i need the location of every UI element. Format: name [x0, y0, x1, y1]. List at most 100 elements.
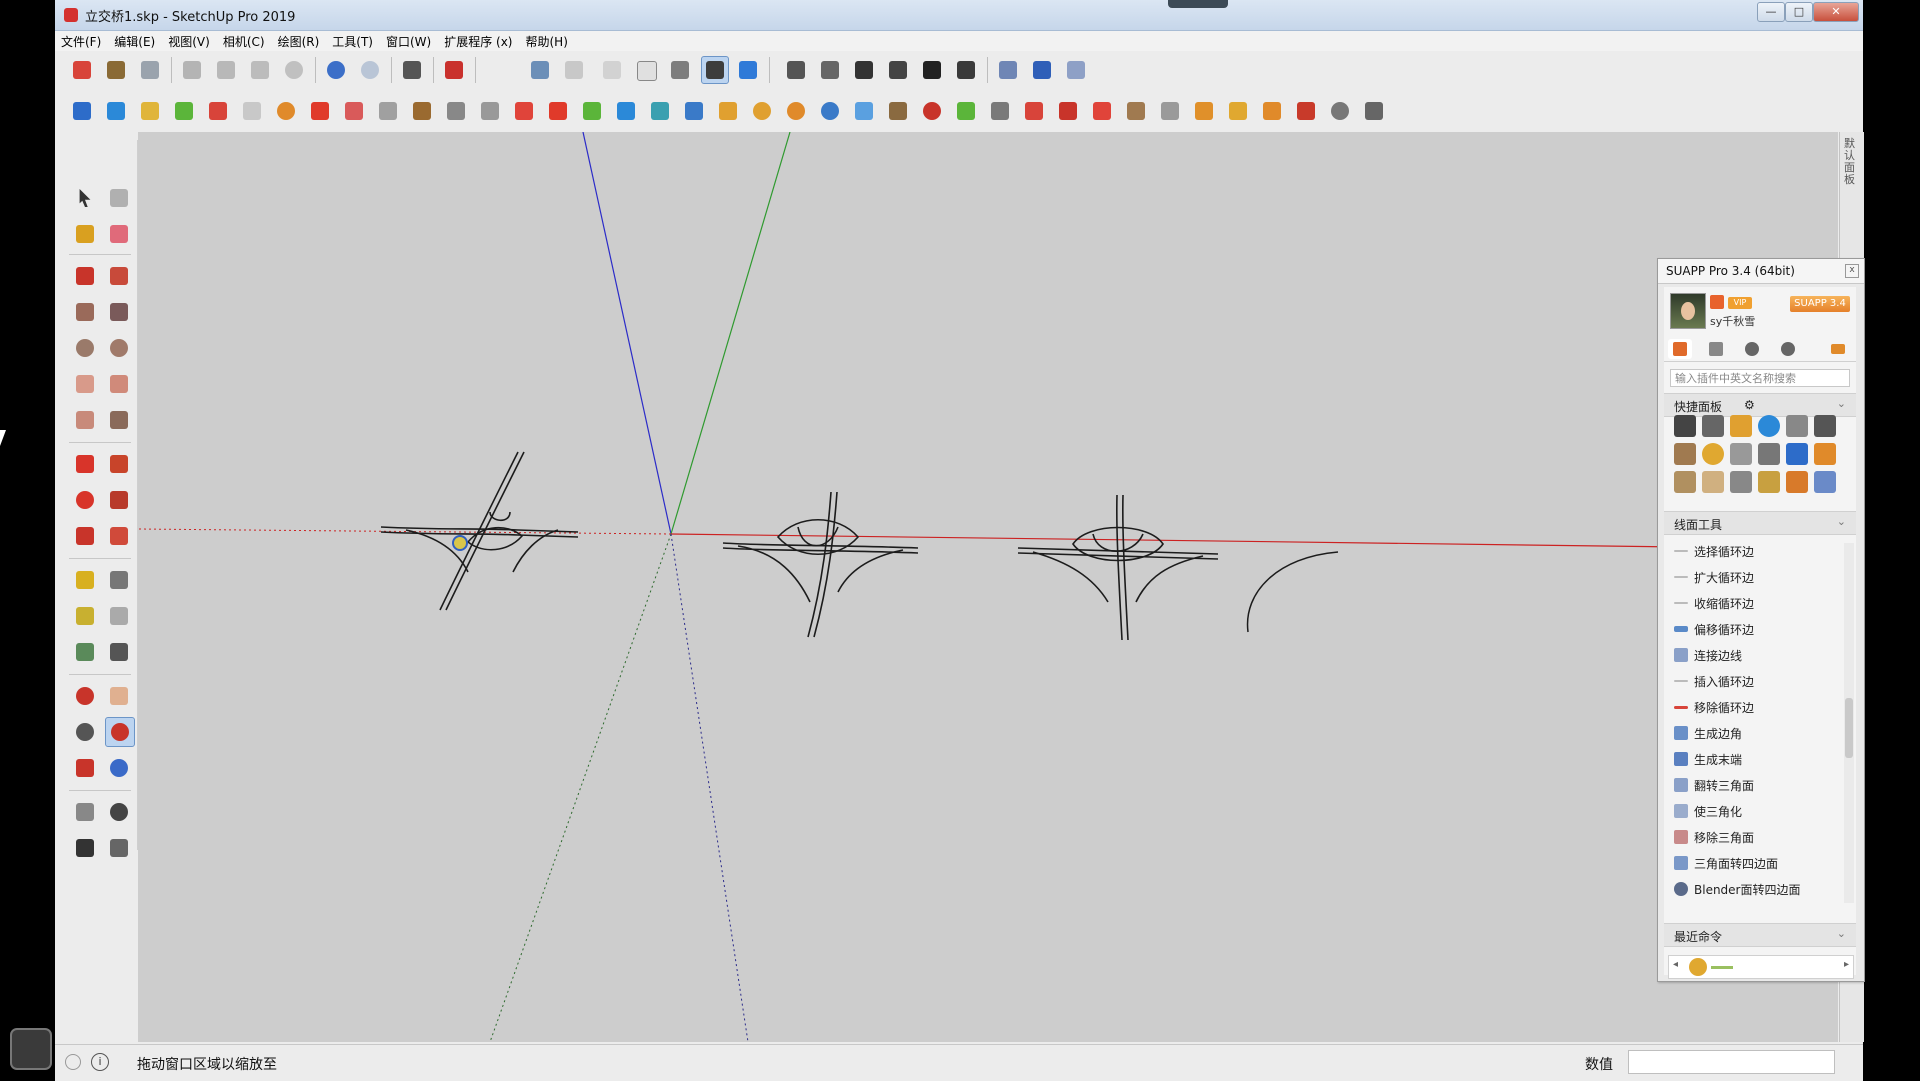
scroll-right-icon[interactable]: ▸ [1844, 959, 1849, 970]
suapp-tool-icon-8[interactable] [307, 98, 333, 124]
measurements-value-input[interactable] [1628, 1050, 1835, 1074]
list-item[interactable]: 使三角化 [1674, 800, 1844, 822]
polygon-icon[interactable] [105, 334, 133, 362]
suapp-tool-icon-11[interactable] [409, 98, 435, 124]
two-point-arc-icon[interactable] [105, 370, 133, 398]
offset-icon[interactable] [105, 522, 133, 550]
open-folder-icon[interactable] [103, 57, 129, 83]
right-view-icon[interactable] [885, 57, 911, 83]
suapp-tool-icon-9[interactable] [341, 98, 367, 124]
wireframe-style-icon[interactable] [599, 57, 625, 83]
freehand-icon[interactable] [105, 262, 133, 290]
quick-tool-icon-2[interactable] [1702, 415, 1724, 437]
look-around-eye-icon[interactable] [105, 798, 133, 826]
suapp-tool-icon-32[interactable] [1123, 98, 1149, 124]
user-tab-icon[interactable] [1740, 339, 1764, 359]
suapp-tool-icon-13[interactable] [477, 98, 503, 124]
suapp-tool-icon-4[interactable] [171, 98, 197, 124]
zoom-extents-icon[interactable] [71, 754, 99, 782]
suapp-tool-icon-27[interactable] [953, 98, 979, 124]
eraser-icon[interactable] [105, 220, 133, 248]
save-icon[interactable] [137, 57, 163, 83]
suapp-tool-icon-24[interactable] [851, 98, 877, 124]
search-tab-icon[interactable] [1776, 339, 1800, 359]
hidden-line-style-icon[interactable] [633, 57, 659, 83]
suapp-close-button[interactable]: x [1845, 264, 1859, 278]
menu-help[interactable]: 帮助(H) [519, 31, 574, 50]
section-fill-icon[interactable] [1063, 57, 1089, 83]
copy-icon[interactable] [213, 57, 239, 83]
suapp-tool-icon-19[interactable] [681, 98, 707, 124]
suapp-tool-icon-26[interactable] [919, 98, 945, 124]
list-item[interactable]: 移除循环边 [1674, 696, 1844, 718]
gear-icon[interactable]: ⚙ [1744, 398, 1755, 412]
paint-bucket-icon[interactable] [71, 220, 99, 248]
avatar[interactable] [1670, 293, 1706, 329]
menu-window[interactable]: 窗口(W) [380, 31, 438, 50]
suapp-tool-icon-34[interactable] [1191, 98, 1217, 124]
dimension-icon[interactable] [105, 566, 133, 594]
scroll-left-icon[interactable]: ◂ [1673, 959, 1678, 970]
xray-style-icon[interactable] [527, 57, 553, 83]
model-info-icon[interactable] [441, 57, 467, 83]
list-item[interactable]: 插入循环边 [1674, 670, 1844, 692]
section-plane-icon[interactable] [995, 57, 1021, 83]
suapp-tool-icon-3[interactable] [137, 98, 163, 124]
shaded-style-icon[interactable] [667, 57, 693, 83]
list-item[interactable]: 扩大循环边 [1674, 566, 1844, 588]
rotated-rectangle-icon[interactable] [105, 298, 133, 326]
suapp-tool-icon-25[interactable] [885, 98, 911, 124]
quick-tool-icon-18[interactable] [1814, 471, 1836, 493]
back-edges-style-icon[interactable] [561, 57, 587, 83]
suapp-tool-icon-14[interactable] [511, 98, 537, 124]
line-tools-header[interactable]: 线面工具 ⌄ [1664, 511, 1856, 535]
suapp-version-badge[interactable]: SUAPP 3.4 [1790, 296, 1850, 312]
suapp-tool-icon-16[interactable] [579, 98, 605, 124]
quick-tool-icon-8[interactable] [1702, 443, 1724, 465]
close-button[interactable]: ✕ [1813, 2, 1859, 22]
circle-icon[interactable] [71, 334, 99, 362]
suapp-tool-icon-5[interactable] [205, 98, 231, 124]
suapp-tool-icon-10[interactable] [375, 98, 401, 124]
line-pencil-icon[interactable] [71, 262, 99, 290]
suapp-tool-icon-30[interactable] [1055, 98, 1081, 124]
three-point-arc-icon[interactable] [71, 406, 99, 434]
suapp-tool-icon-31[interactable] [1089, 98, 1115, 124]
rotate-icon[interactable] [71, 486, 99, 514]
list-item[interactable]: Blender面转四边面 [1674, 878, 1844, 900]
new-file-icon[interactable] [69, 57, 95, 83]
pan-hand-icon[interactable] [105, 682, 133, 710]
suapp-tool-icon-6[interactable] [239, 98, 265, 124]
suapp-tool-icon-21[interactable] [749, 98, 775, 124]
instructor-info-icon[interactable]: i [91, 1053, 109, 1071]
plugin-search-input[interactable]: 输入插件中英文名称搜索 [1670, 369, 1850, 387]
walk-footprints-icon[interactable] [71, 834, 99, 862]
minimize-button[interactable]: — [1757, 2, 1785, 22]
list-item[interactable]: 连接边线 [1674, 644, 1844, 666]
tape-measure-icon[interactable] [71, 566, 99, 594]
suapp-tool-icon-1[interactable] [69, 98, 95, 124]
quick-panel-header[interactable]: 快捷面板 ⚙ ⌄ [1664, 393, 1856, 417]
quick-tool-icon-9[interactable] [1730, 443, 1752, 465]
paste-icon[interactable] [247, 57, 273, 83]
recorder-app-icon[interactable] [10, 1028, 52, 1070]
list-item[interactable]: 三角面转四边面 [1674, 852, 1844, 874]
make-component-icon[interactable] [105, 184, 133, 212]
quick-tool-icon-13[interactable] [1674, 471, 1696, 493]
quick-tool-icon-17[interactable] [1786, 471, 1808, 493]
suapp-tool-icon-33[interactable] [1157, 98, 1183, 124]
quick-tool-icon-4[interactable] [1758, 415, 1780, 437]
list-item[interactable]: 移除三角面 [1674, 826, 1844, 848]
zoom-icon[interactable] [71, 718, 99, 746]
previous-view-icon[interactable] [105, 754, 133, 782]
quick-tool-icon-12[interactable] [1814, 443, 1836, 465]
position-camera-icon[interactable] [71, 798, 99, 826]
maximize-button[interactable]: □ [1785, 2, 1813, 22]
model-viewport[interactable] [138, 132, 1838, 1042]
list-item[interactable]: 选择循环边 [1674, 540, 1844, 562]
push-pull-icon[interactable] [105, 450, 133, 478]
suapp-tool-icon-20[interactable] [715, 98, 741, 124]
erase-selection-icon[interactable] [281, 57, 307, 83]
menu-list-icon[interactable] [1826, 339, 1850, 359]
follow-me-icon[interactable] [105, 486, 133, 514]
